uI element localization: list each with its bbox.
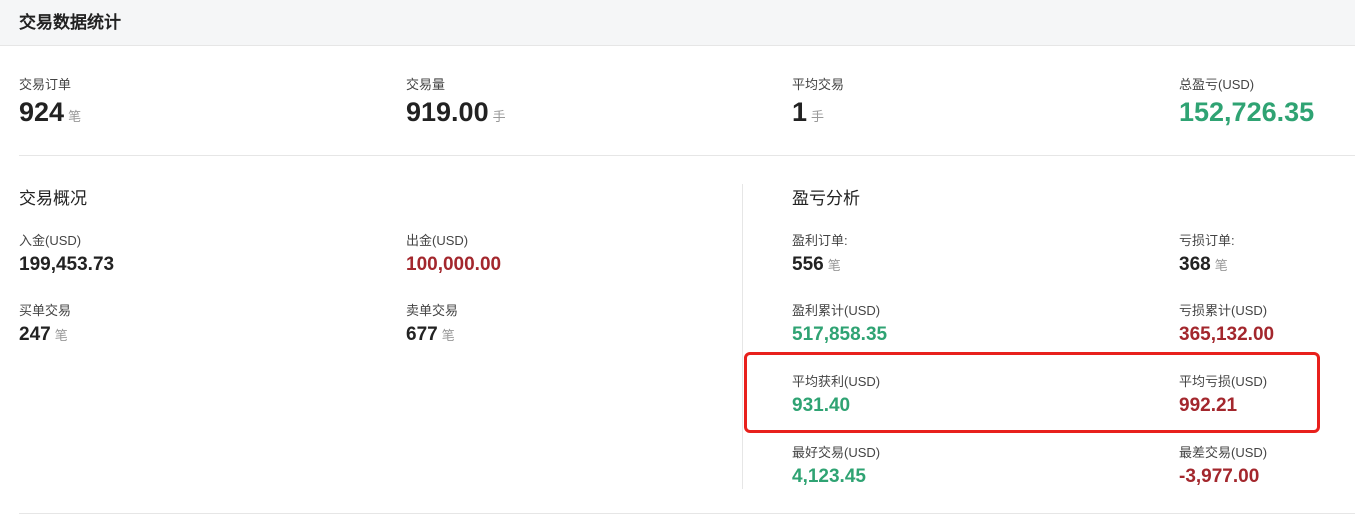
avg-profit-value: 931.40 <box>792 395 851 416</box>
profit-orders-label: 盈利订单: <box>792 233 848 248</box>
best-trade-label: 最好交易(USD) <box>792 445 881 460</box>
volume-stat: 919.00 手 <box>406 97 506 128</box>
volume-label: 交易量 <box>406 77 446 92</box>
withdraw-value: 100,000.00 <box>406 254 502 275</box>
orders-stat: 924 笔 <box>19 97 81 128</box>
profit-total-label: 盈利累计(USD) <box>792 303 881 318</box>
profit-orders-value: 556 <box>792 254 824 275</box>
section-divider <box>742 184 743 489</box>
profit-orders-stat: 556 笔 <box>792 254 841 276</box>
page-title: 交易数据统计 <box>19 13 121 32</box>
buy-stat: 247 笔 <box>19 324 68 346</box>
highlight-box <box>744 352 1320 433</box>
worst-trade-value: -3,977.00 <box>1179 466 1260 487</box>
avg-unit: 手 <box>811 109 825 124</box>
summary-divider <box>19 155 1355 156</box>
buy-value: 247 <box>19 324 51 345</box>
buy-unit: 笔 <box>54 328 68 343</box>
deposit-value: 199,453.73 <box>19 254 115 275</box>
pnl-value: 152,726.35 <box>1179 97 1315 127</box>
sell-stat: 677 笔 <box>406 324 455 346</box>
best-trade-value: 4,123.45 <box>792 466 866 487</box>
orders-value: 924 <box>19 97 65 127</box>
avg-stat: 1手 <box>792 97 824 128</box>
withdraw-label: 出金(USD) <box>406 233 469 248</box>
pnl-label: 总盈亏(USD) <box>1179 77 1255 92</box>
volume-unit: 手 <box>492 109 506 124</box>
volume-value: 919.00 <box>406 97 489 127</box>
sell-value: 677 <box>406 324 438 345</box>
profit-total-value: 517,858.35 <box>792 324 888 345</box>
deposit-label: 入金(USD) <box>19 233 82 248</box>
loss-orders-value: 368 <box>1179 254 1211 275</box>
bottom-divider <box>19 513 1355 514</box>
loss-orders-unit: 笔 <box>1214 258 1228 273</box>
page-header: 交易数据统计 <box>0 0 1355 46</box>
loss-total-label: 亏损累计(USD) <box>1179 303 1268 318</box>
profit-orders-unit: 笔 <box>827 258 841 273</box>
analysis-title: 盈亏分析 <box>792 189 860 208</box>
avg-value: 1 <box>792 97 808 127</box>
sell-unit: 笔 <box>441 328 455 343</box>
loss-total-value: 365,132.00 <box>1179 324 1275 345</box>
avg-loss-label: 平均亏损(USD) <box>1179 374 1268 389</box>
loss-orders-label: 亏损订单: <box>1179 233 1235 248</box>
sell-label: 卖单交易 <box>406 303 459 318</box>
avg-label: 平均交易 <box>792 77 845 92</box>
overview-title: 交易概况 <box>19 189 87 208</box>
avg-profit-label: 平均获利(USD) <box>792 374 881 389</box>
buy-label: 买单交易 <box>19 303 72 318</box>
avg-loss-value: 992.21 <box>1179 395 1238 416</box>
loss-orders-stat: 368 笔 <box>1179 254 1228 276</box>
orders-unit: 笔 <box>68 109 82 124</box>
orders-label: 交易订单 <box>19 77 72 92</box>
worst-trade-label: 最差交易(USD) <box>1179 445 1268 460</box>
